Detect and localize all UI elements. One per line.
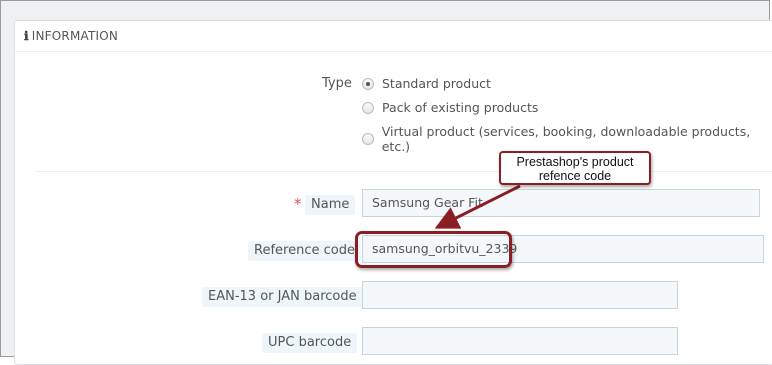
type-label: Type [322,76,352,91]
panel-heading-label: INFORMATION [31,29,119,43]
type-option-label: Virtual product (services, booking, down… [381,124,751,154]
radio-icon[interactable] [362,133,374,145]
type-option-label: Pack of existing products [382,100,539,115]
ean-barcode-input[interactable] [362,281,678,309]
name-input[interactable]: Samsung Gear Fit [362,189,760,217]
radio-checked-icon[interactable] [362,77,374,90]
radio-icon[interactable] [362,101,374,114]
name-label: Name [305,195,356,215]
panel-heading: ℹ INFORMATION [15,21,772,52]
required-asterisk: * [294,195,302,213]
annotation-callout: Prestashop's product refence code [499,151,651,185]
type-option-label: Standard product [382,76,491,91]
type-option-pack[interactable]: Pack of existing products [362,100,538,115]
ean-barcode-label: EAN-13 or JAN barcode [202,287,363,307]
upc-barcode-label: UPC barcode [262,333,358,353]
reference-highlight-box [355,231,512,268]
reference-code-label: Reference code [248,241,361,261]
type-option-standard[interactable]: Standard product [362,76,491,91]
upc-barcode-input[interactable] [362,327,678,355]
section-divider [35,171,772,172]
info-icon: ℹ [24,29,29,43]
type-option-virtual[interactable]: Virtual product (services, booking, down… [362,124,772,154]
